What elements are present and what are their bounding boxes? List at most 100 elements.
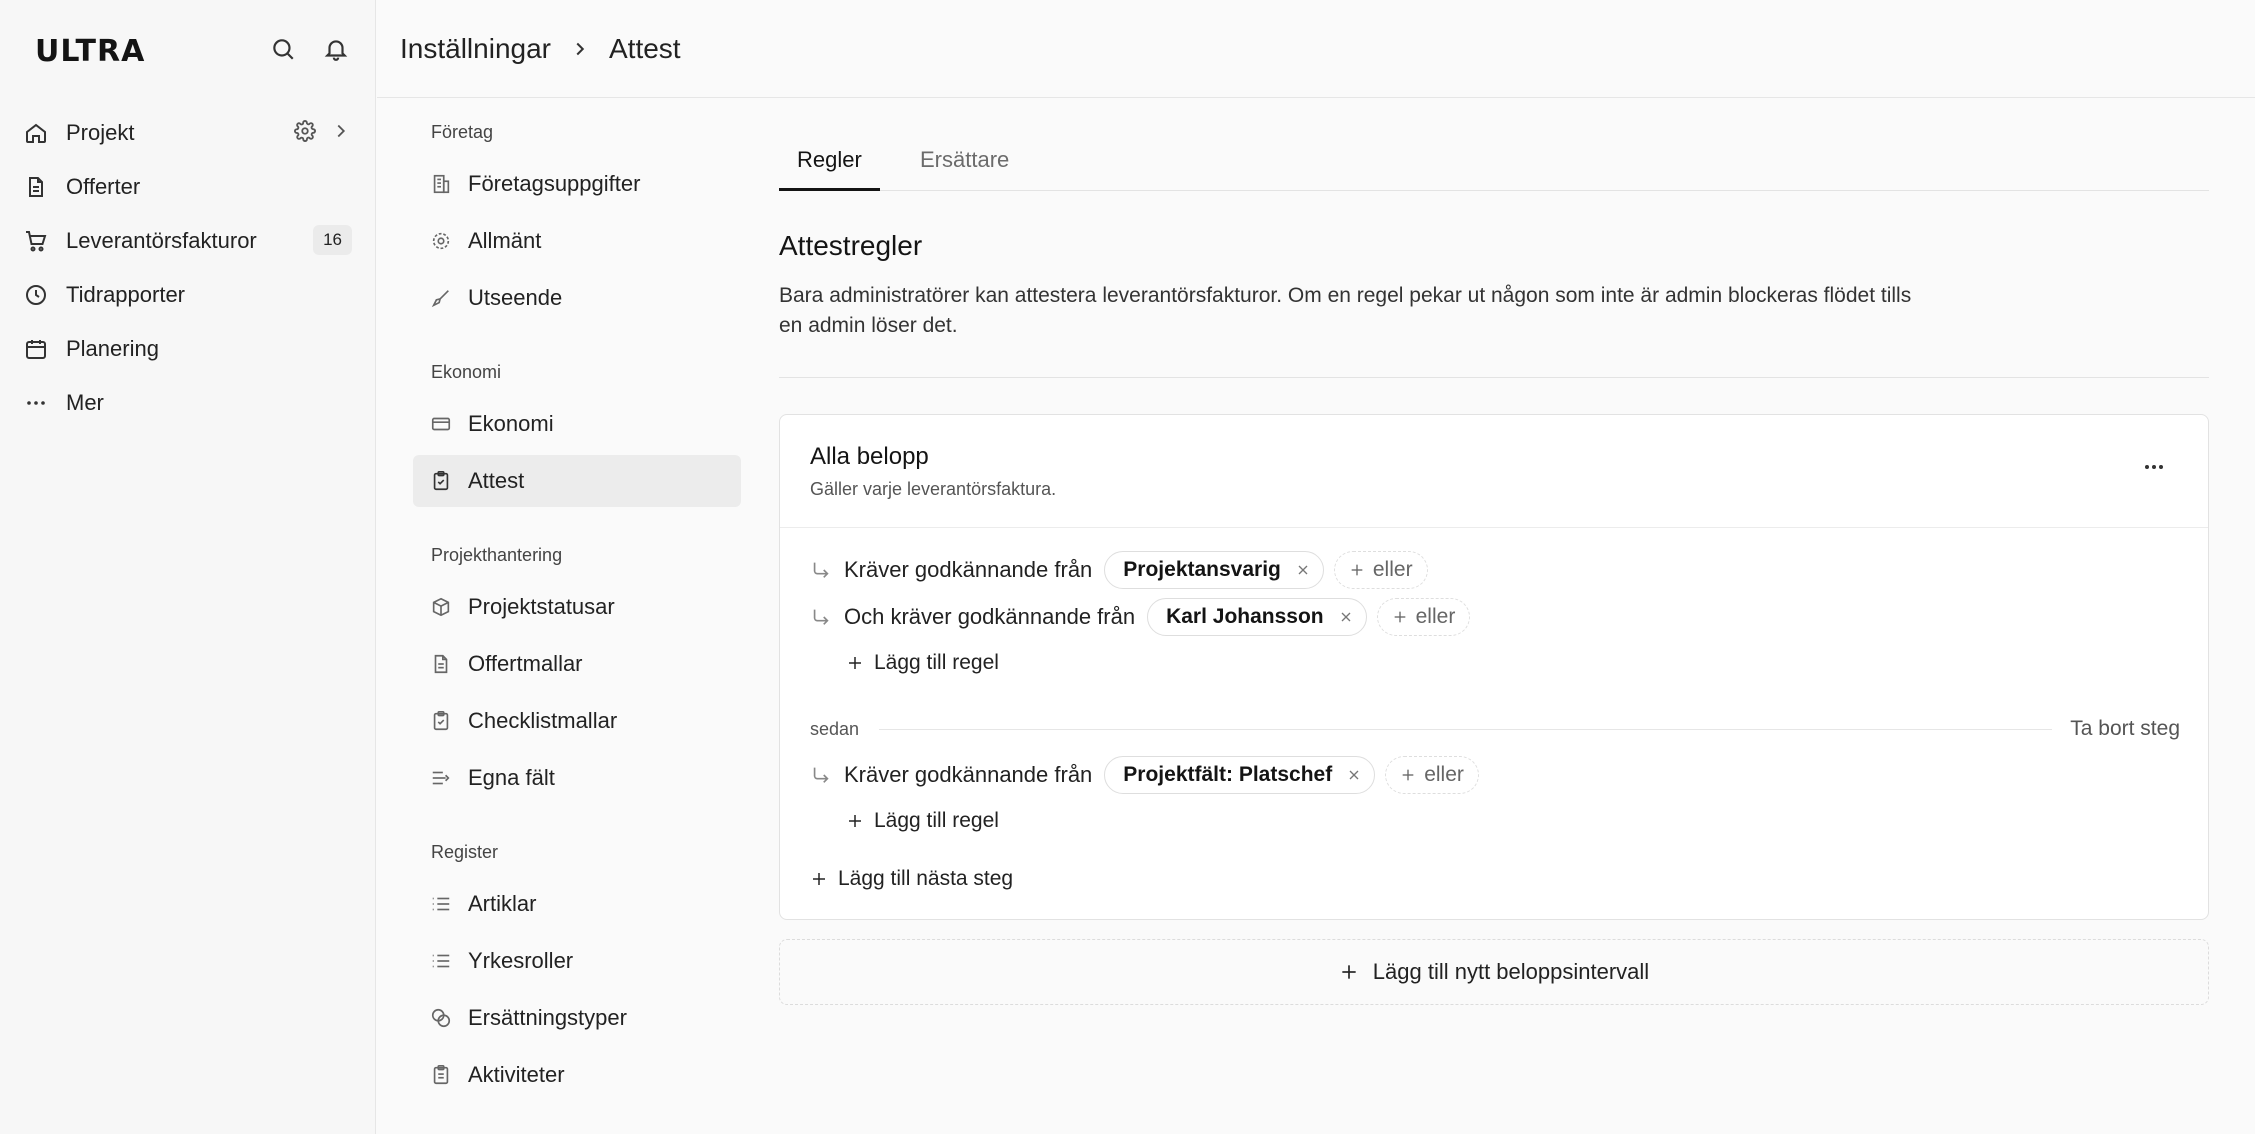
gear-icon bbox=[429, 229, 453, 253]
add-rule-label: Lägg till regel bbox=[874, 809, 999, 832]
coins-icon bbox=[429, 1006, 453, 1030]
tab-ersattare[interactable]: Ersättare bbox=[902, 139, 1027, 191]
clipboard-check-icon bbox=[429, 709, 453, 733]
clock-icon bbox=[22, 281, 50, 309]
then-label: sedan bbox=[810, 718, 860, 739]
nav-item-leverantorsfakturor[interactable]: Leverantörsfakturor 16 bbox=[22, 219, 352, 263]
settings-item-foretagsuppgifter[interactable]: Företagsuppgifter bbox=[413, 158, 741, 210]
or-label: eller bbox=[1372, 558, 1413, 581]
settings-item-egna-falt[interactable]: Egna fält bbox=[413, 752, 741, 804]
add-next-step-button[interactable]: Lägg till nästa steg bbox=[810, 864, 1013, 894]
settings-item-projektstatusar[interactable]: Projektstatusar bbox=[413, 581, 741, 633]
clipboard-list-icon bbox=[429, 1063, 453, 1087]
nav-item-offerter[interactable]: Offerter bbox=[22, 165, 352, 209]
breadcrumb-root[interactable]: Inställningar bbox=[400, 33, 551, 65]
close-icon[interactable] bbox=[1338, 609, 1354, 625]
settings-item-aktiviteter[interactable]: Aktiviteter bbox=[413, 1049, 741, 1101]
settings-item-label: Egna fält bbox=[468, 765, 555, 790]
plus-icon bbox=[810, 870, 828, 888]
chip-label: Projektfält: Platschef bbox=[1123, 763, 1333, 786]
settings-item-utseende[interactable]: Utseende bbox=[413, 272, 741, 324]
box-icon bbox=[429, 595, 453, 619]
approver-chip: Karl Johansson bbox=[1147, 598, 1367, 636]
add-rule-label: Lägg till regel bbox=[874, 651, 999, 674]
corner-arrow-icon bbox=[810, 559, 832, 581]
add-or-button[interactable]: eller bbox=[1333, 551, 1428, 589]
settings-item-label: Aktiviteter bbox=[468, 1062, 565, 1087]
section-description: Bara administratörer kan attestera lever… bbox=[779, 284, 1912, 337]
settings-item-label: Ersättningstyper bbox=[468, 1005, 627, 1030]
settings-item-checklistmallar[interactable]: Checklistmallar bbox=[413, 695, 741, 747]
document-icon bbox=[429, 652, 453, 676]
section-title: Företag bbox=[431, 122, 494, 142]
settings-item-artiklar[interactable]: Artiklar bbox=[413, 878, 741, 930]
nav-item-label: Projekt bbox=[66, 120, 135, 145]
home-icon bbox=[22, 119, 50, 147]
list-icon bbox=[429, 892, 453, 916]
corner-arrow-icon bbox=[810, 764, 832, 786]
add-rule-button[interactable]: Lägg till regel bbox=[846, 806, 999, 836]
calendar-icon bbox=[22, 335, 50, 363]
count-badge: 16 bbox=[313, 225, 352, 255]
card-subtitle: Gäller varje leverantörsfaktura. bbox=[810, 479, 1057, 499]
search-icon[interactable] bbox=[270, 36, 298, 64]
plus-icon bbox=[1400, 767, 1416, 783]
list-arrow-icon bbox=[429, 766, 453, 790]
section-title: Projekthantering bbox=[431, 545, 563, 565]
settings-item-ersattningstyper[interactable]: Ersättningstyper bbox=[413, 992, 741, 1044]
settings-item-label: Företagsuppgifter bbox=[468, 171, 641, 196]
breadcrumb-current: Attest bbox=[608, 32, 681, 64]
divider bbox=[879, 728, 2053, 730]
nav-item-projekt[interactable]: Projekt bbox=[22, 111, 352, 155]
settings-item-label: Ekonomi bbox=[468, 411, 554, 436]
close-icon[interactable] bbox=[1295, 562, 1311, 578]
settings-item-label: Offertmallar bbox=[468, 651, 583, 676]
bell-icon[interactable] bbox=[323, 36, 351, 64]
brush-icon bbox=[429, 286, 453, 310]
settings-item-allmant[interactable]: Allmänt bbox=[413, 215, 741, 267]
list-icon bbox=[429, 949, 453, 973]
card-title: Alla belopp bbox=[810, 443, 929, 470]
more-icon bbox=[22, 389, 50, 417]
nav-item-label: Mer bbox=[66, 390, 104, 415]
nav-item-tidrapporter[interactable]: Tidrapporter bbox=[22, 273, 352, 317]
add-next-step-label: Lägg till nästa steg bbox=[838, 867, 1014, 890]
remove-step-button[interactable]: Ta bort steg bbox=[2070, 717, 2180, 741]
more-menu-icon[interactable] bbox=[2142, 455, 2166, 479]
building-icon bbox=[429, 172, 453, 196]
chevron-right-icon[interactable] bbox=[330, 120, 352, 142]
settings-item-label: Yrkesroller bbox=[468, 948, 574, 973]
add-interval-label: Lägg till nytt beloppsintervall bbox=[1372, 959, 1650, 984]
nav-item-mer[interactable]: Mer bbox=[22, 381, 352, 425]
gear-icon[interactable] bbox=[294, 120, 316, 142]
approver-chip: Projektansvarig bbox=[1104, 551, 1324, 589]
settings-item-label: Attest bbox=[468, 468, 525, 493]
plus-icon bbox=[846, 812, 864, 830]
add-or-button[interactable]: eller bbox=[1376, 598, 1471, 636]
add-rule-button[interactable]: Lägg till regel bbox=[846, 648, 999, 678]
rule-row: Kräver godkännande från Projektfält: Pla… bbox=[810, 756, 1479, 794]
chevron-right-icon bbox=[569, 38, 591, 60]
settings-item-attest[interactable]: Attest bbox=[413, 455, 741, 507]
section-title: Ekonomi bbox=[431, 362, 502, 382]
nav-item-label: Tidrapporter bbox=[66, 282, 186, 307]
page-header: Inställningar Attest bbox=[377, 0, 2255, 98]
tab-regler[interactable]: Regler bbox=[779, 139, 880, 191]
credit-card-icon bbox=[429, 412, 453, 436]
settings-item-label: Utseende bbox=[468, 285, 563, 310]
add-or-button[interactable]: eller bbox=[1385, 756, 1479, 794]
tab-bar: Regler Ersättare bbox=[779, 139, 2209, 191]
section-title: Register bbox=[431, 842, 499, 862]
settings-item-ekonomi[interactable]: Ekonomi bbox=[413, 398, 741, 450]
settings-item-offertmallar[interactable]: Offertmallar bbox=[413, 638, 741, 690]
add-amount-interval-button[interactable]: Lägg till nytt beloppsintervall bbox=[779, 939, 2209, 1005]
divider bbox=[780, 527, 2208, 528]
nav-item-label: Leverantörsfakturor bbox=[66, 228, 257, 253]
settings-item-label: Allmänt bbox=[468, 228, 542, 253]
rule-text: Och kräver godkännande från bbox=[844, 604, 1136, 629]
rule-text: Kräver godkännande från bbox=[844, 762, 1093, 787]
settings-item-yrkesroller[interactable]: Yrkesroller bbox=[413, 935, 741, 987]
close-icon[interactable] bbox=[1346, 767, 1362, 783]
nav-item-planering[interactable]: Planering bbox=[22, 327, 352, 371]
settings-item-label: Checklistmallar bbox=[468, 708, 618, 733]
